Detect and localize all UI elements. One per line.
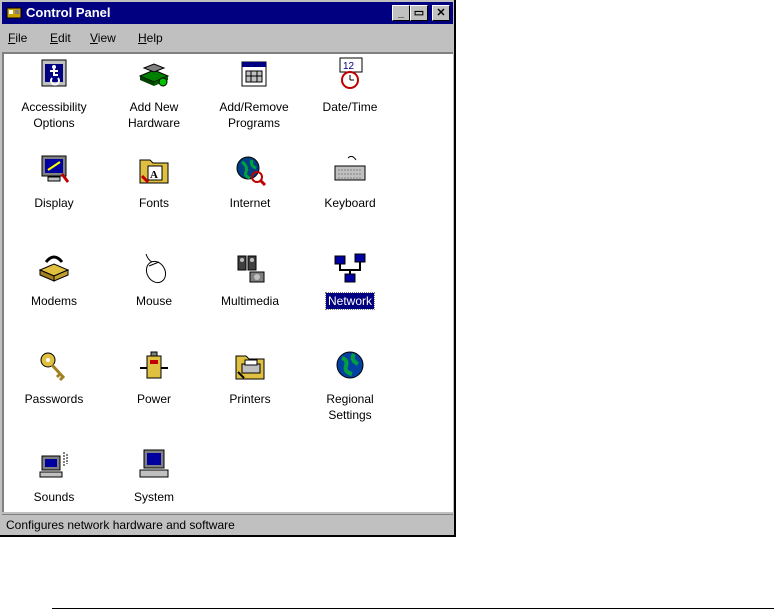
item-label: Fonts: [138, 196, 169, 210]
item-mouse[interactable]: Mouse: [110, 250, 198, 310]
item-label: System: [133, 490, 174, 504]
item-power[interactable]: Power: [110, 348, 198, 408]
item-network[interactable]: Network: [306, 250, 394, 310]
item-label: Display: [34, 196, 74, 210]
menu-edit-rest: dit: [58, 31, 71, 45]
item-label: Modems: [30, 294, 77, 308]
item-internet[interactable]: Internet: [206, 152, 294, 212]
item-label: Date/Time: [322, 100, 378, 114]
item-system[interactable]: System: [110, 446, 198, 506]
menu-file[interactable]: File: [8, 31, 27, 45]
item-label: Add New Hardware: [127, 100, 181, 130]
item-label: Power: [136, 392, 171, 406]
status-bar: Configures network hardware and software: [2, 514, 453, 534]
passwords-icon: [40, 352, 66, 382]
item-label: Accessibility Options: [21, 100, 87, 130]
accessibility-icon: [41, 59, 67, 87]
menu-view-rest: iew: [97, 31, 116, 45]
modem-icon: [38, 255, 70, 282]
sounds-icon: [39, 452, 68, 478]
fonts-icon: A: [139, 159, 169, 184]
close-button[interactable]: ✕: [432, 5, 450, 21]
item-regional-settings[interactable]: Regional Settings: [306, 348, 394, 424]
svg-text:A: A: [150, 169, 158, 181]
item-sounds[interactable]: Sounds: [10, 446, 98, 506]
mouse-icon: [145, 253, 167, 284]
item-fonts[interactable]: A Fonts: [110, 152, 198, 212]
keyboard-icon: [334, 155, 366, 181]
item-label: Regional Settings: [326, 392, 374, 422]
svg-text:12: 12: [343, 61, 355, 72]
item-add-new-hardware[interactable]: Add New Hardware: [110, 56, 198, 132]
item-date-time[interactable]: 12 Date/Time: [306, 56, 394, 116]
menu-edit[interactable]: Edit: [50, 31, 71, 45]
date-time-icon: 12: [339, 57, 363, 89]
control-panel-window: Control Panel _ ▭ ✕ File Edit View Help …: [0, 0, 456, 537]
item-keyboard[interactable]: Keyboard: [306, 152, 394, 212]
menu-bar: File Edit View Help: [2, 26, 453, 50]
power-icon: [140, 351, 168, 379]
item-label: Passwords: [24, 392, 84, 406]
control-panel-icon: [6, 7, 22, 19]
item-passwords[interactable]: Passwords: [10, 348, 98, 408]
item-modems[interactable]: Modems: [10, 250, 98, 310]
item-label: Multimedia: [220, 294, 280, 308]
network-icon: [334, 253, 366, 283]
item-label: Add/Remove Programs: [219, 100, 289, 130]
display-icon: [41, 155, 70, 183]
regional-settings-icon: [336, 351, 364, 379]
add-remove-programs-icon: [241, 61, 267, 87]
multimedia-icon: [237, 255, 265, 283]
window-title: Control Panel: [26, 5, 111, 20]
item-printers[interactable]: Printers: [206, 348, 294, 408]
system-icon: [139, 449, 169, 478]
printers-icon: [235, 355, 265, 380]
page-rule: [52, 608, 774, 609]
item-add-remove-programs[interactable]: Add/Remove Programs: [210, 56, 298, 132]
menu-help-rest: elp: [146, 31, 163, 45]
status-text: Configures network hardware and software: [6, 518, 235, 532]
icon-pane: Accessibility Options Add New Hardware A…: [2, 52, 453, 512]
item-label: Sounds: [33, 490, 75, 504]
title-bar[interactable]: Control Panel _ ▭ ✕: [2, 2, 453, 24]
item-multimedia[interactable]: Multimedia: [206, 250, 294, 310]
item-label: Keyboard: [324, 196, 376, 210]
menu-view[interactable]: View: [90, 31, 116, 45]
restore-button[interactable]: ▭: [410, 5, 428, 21]
internet-icon: [236, 156, 267, 187]
add-hardware-icon: [138, 63, 170, 87]
item-label: Mouse: [135, 294, 173, 308]
item-accessibility-options[interactable]: Accessibility Options: [10, 56, 98, 132]
item-display[interactable]: Display: [10, 152, 98, 212]
minimize-button[interactable]: _: [392, 5, 410, 21]
item-label: Internet: [229, 196, 271, 210]
menu-help[interactable]: Help: [138, 31, 163, 45]
item-label: Printers: [229, 392, 271, 406]
menu-file-rest: ile: [15, 31, 28, 45]
item-label: Network: [324, 292, 376, 310]
